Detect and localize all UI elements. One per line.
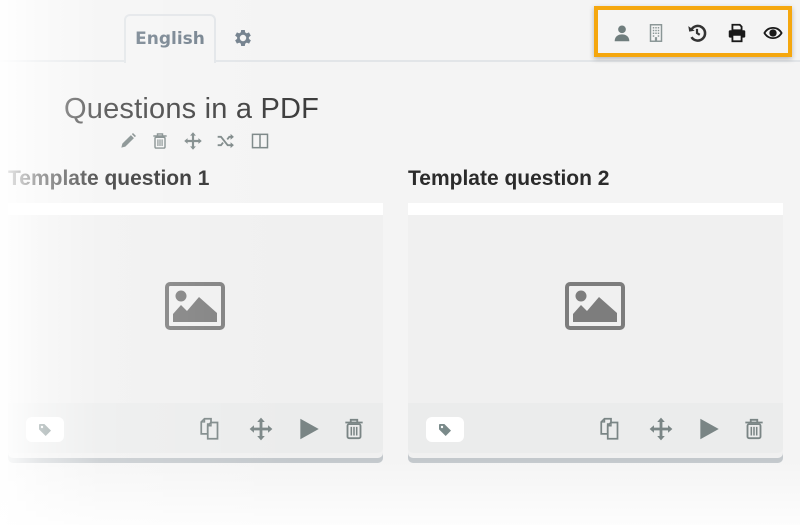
duplicate-icon[interactable] <box>198 416 224 442</box>
duplicate-icon[interactable] <box>598 416 624 442</box>
card-footer <box>8 403 383 453</box>
gear-icon[interactable] <box>232 27 254 49</box>
card-top-strip <box>408 203 783 215</box>
play-icon[interactable] <box>696 416 722 442</box>
play-icon[interactable] <box>296 416 322 442</box>
tab-english[interactable]: English <box>124 14 216 63</box>
image-icon <box>565 282 625 330</box>
card-top-strip <box>8 203 383 215</box>
question-card[interactable] <box>408 203 783 458</box>
tag-icon <box>439 423 451 436</box>
trash-icon[interactable] <box>341 416 367 442</box>
tag-icon <box>39 423 51 436</box>
print-icon[interactable] <box>726 22 748 44</box>
image-icon <box>165 282 225 330</box>
eye-icon[interactable] <box>762 22 784 44</box>
toolbox-highlight <box>594 6 792 57</box>
questionnaire-title: Questions in a PDF <box>64 93 320 125</box>
move-icon[interactable] <box>248 416 274 442</box>
move-icon[interactable] <box>648 416 674 442</box>
trash-icon[interactable] <box>150 131 170 151</box>
card-title: Template question 2 <box>408 167 610 190</box>
question-card[interactable] <box>8 203 383 458</box>
bottom-fade-overlay <box>0 460 800 525</box>
building-icon[interactable] <box>645 22 667 44</box>
move-icon[interactable] <box>183 131 203 151</box>
trash-icon[interactable] <box>741 416 767 442</box>
tag-button[interactable] <box>426 417 464 442</box>
pencil-icon[interactable] <box>118 131 138 151</box>
card-footer <box>408 403 783 453</box>
user-icon[interactable] <box>611 22 633 44</box>
card-title: Template question 1 <box>8 167 210 190</box>
history-icon[interactable] <box>686 22 708 44</box>
shuffle-icon[interactable] <box>216 131 236 151</box>
columns-icon[interactable] <box>250 131 270 151</box>
tag-button[interactable] <box>26 417 64 442</box>
